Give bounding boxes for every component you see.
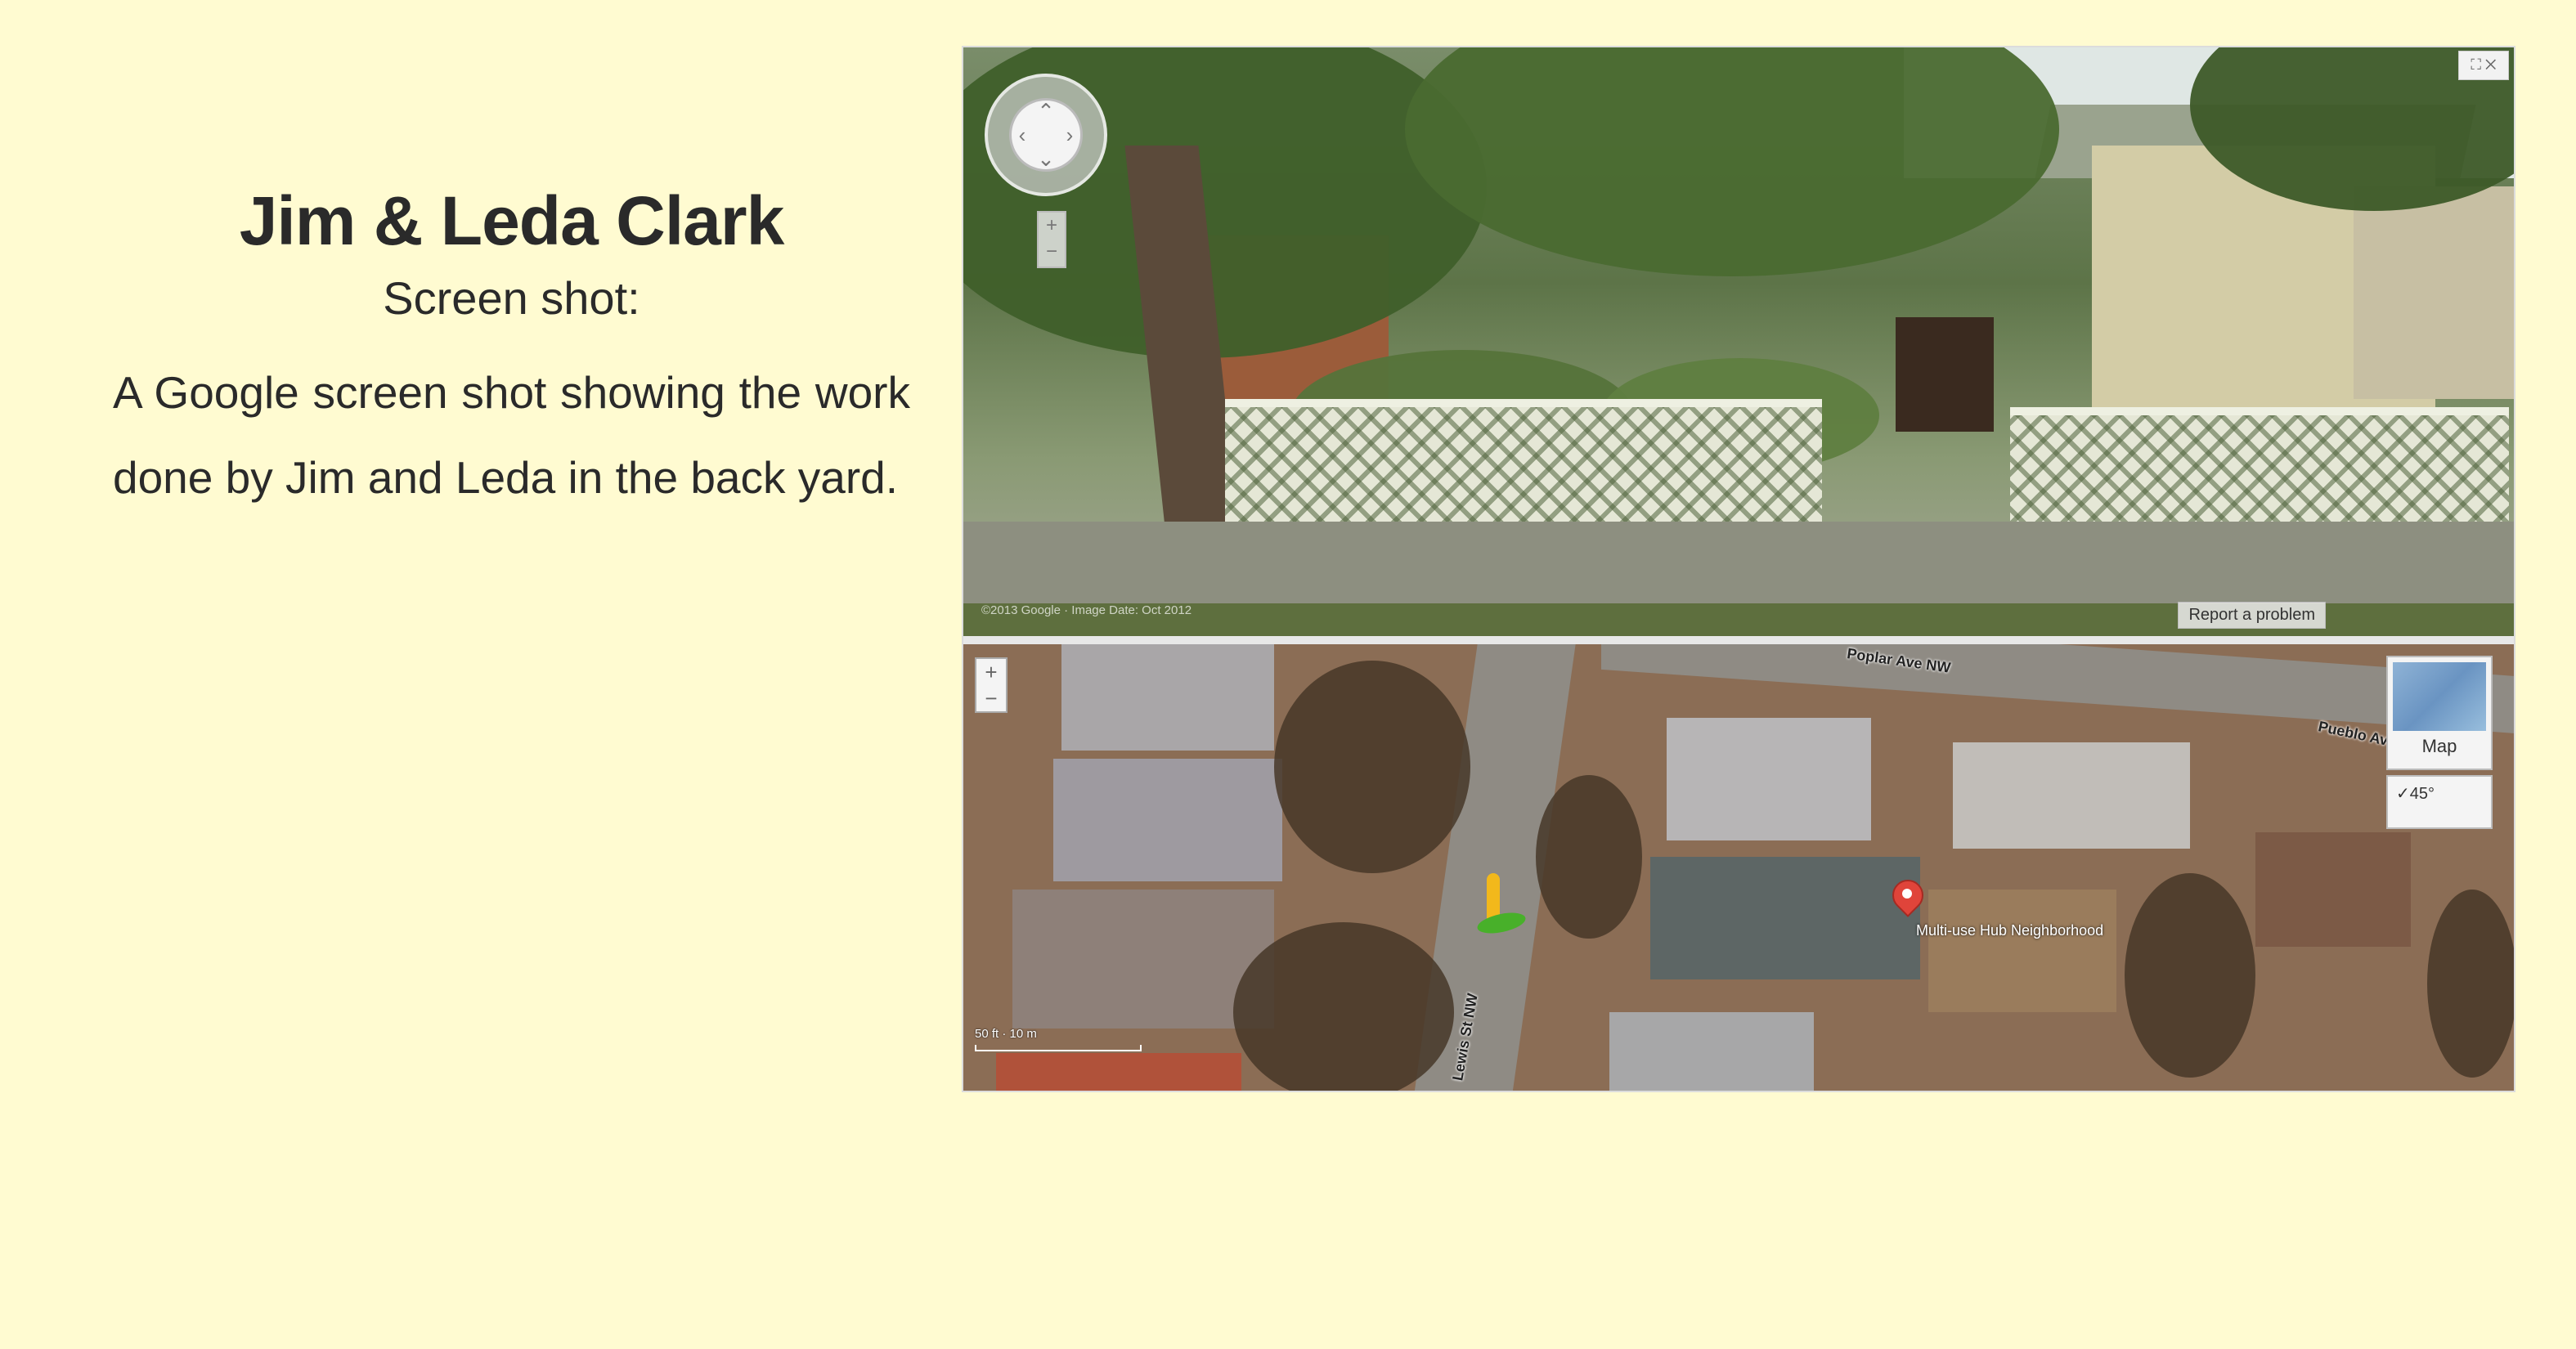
pan-up-icon[interactable]: ⌃ [1035, 101, 1057, 122]
tree-canopy [1405, 47, 2059, 276]
map-thumbnail [2393, 662, 2486, 731]
page-title: Jim & Leda Clark [239, 182, 785, 259]
report-problem-link[interactable]: Report a problem [2178, 602, 2326, 629]
rooftop [1053, 759, 1282, 881]
lattice-fence-left [1225, 399, 1822, 530]
tree [1536, 775, 1642, 939]
zoom-out-button[interactable]: − [1039, 239, 1065, 265]
map-type-label: Map [2421, 736, 2457, 756]
zoom-in-button[interactable]: + [1039, 213, 1065, 239]
rooftop [2255, 832, 2411, 947]
tree [2427, 890, 2514, 1078]
street-zoom-control: + − [1037, 211, 1066, 268]
marker-center [1902, 889, 1912, 899]
google-screenshot: ⌃ ⌄ ‹ › + − ⛶ ✕ ©2013 Google · Image Dat… [962, 46, 2515, 1092]
neighbor-house [2354, 186, 2514, 399]
map-zoom-in-button[interactable]: + [976, 659, 1006, 685]
tree [2125, 873, 2255, 1078]
angle-45-toggle[interactable]: ✓45° [2386, 775, 2493, 829]
marker-label: Multi-use Hub Neighborhood [1916, 922, 2104, 939]
copyright-text: ©2013 Google · Image Date: Oct 2012 [981, 603, 1192, 617]
rooftop [1061, 644, 1274, 751]
pan-control[interactable]: ⌃ ⌄ ‹ › [1009, 98, 1083, 172]
lattice-fence-right [2010, 407, 2509, 538]
pan-down-icon[interactable]: ⌄ [1035, 148, 1057, 169]
porch-door [1896, 317, 1994, 432]
description-text: A Google screen shot showing the work do… [113, 367, 910, 503]
rooftop [996, 1053, 1241, 1091]
navigation-compass[interactable]: ⌃ ⌄ ‹ › [985, 74, 1107, 196]
tree [1274, 661, 1470, 873]
rooftop [1667, 718, 1871, 840]
rooftop [1609, 1012, 1814, 1091]
fullscreen-close-controls[interactable]: ⛶ ✕ [2458, 51, 2509, 80]
map-type-toggle[interactable]: Map [2386, 656, 2493, 770]
page-subtitle: Screen shot: [383, 272, 640, 324]
map-zoom-out-button[interactable]: − [976, 685, 1006, 711]
pan-right-icon[interactable]: › [1059, 124, 1080, 146]
rooftop [1953, 742, 2190, 849]
pan-left-icon[interactable]: ‹ [1012, 124, 1033, 146]
aerial-map-panel[interactable]: Poplar Ave NW Pueblo Ave Lewis St NW Mul… [963, 644, 2514, 1091]
caption-column: Jim & Leda Clark Screen shot: A Google s… [113, 172, 910, 520]
street-view-panel: ⌃ ⌄ ‹ › + − ⛶ ✕ ©2013 Google · Image Dat… [963, 47, 2514, 636]
backyard [1928, 890, 2116, 1012]
map-scale-label: 50 ft · 10 m [975, 1027, 1037, 1041]
tree [1233, 922, 1454, 1091]
rooftop [1650, 857, 1920, 979]
map-scale-bar [975, 1045, 1142, 1051]
map-zoom-control: + − [975, 657, 1008, 713]
